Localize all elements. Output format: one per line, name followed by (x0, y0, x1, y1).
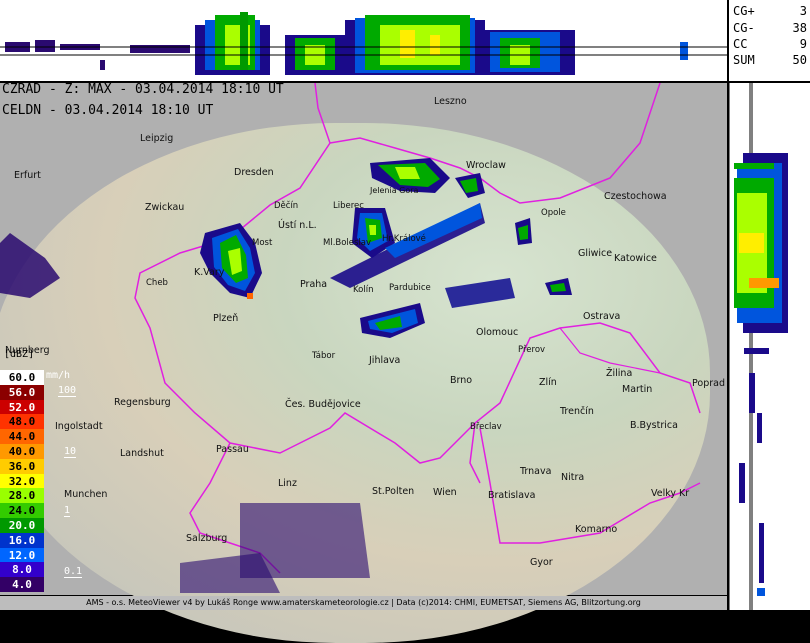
city-label: Most (252, 238, 273, 248)
city-label: St.Polten (372, 486, 415, 497)
legend-rain-rate: 0.1 (64, 566, 83, 579)
city-label: Dresden (234, 167, 274, 178)
city-label: Velky Kr (651, 488, 690, 499)
stat-value: 3 (799, 4, 807, 18)
legend-rain-rate: 100 (58, 384, 77, 397)
legend-level: 28.0 (0, 488, 44, 504)
city-label: Brno (450, 375, 473, 386)
city-label: Olomouc (476, 327, 519, 338)
city-label: Jelenia Gora (370, 186, 419, 195)
city-label: Hr.Králové (382, 234, 426, 244)
city-label: Pardubice (389, 283, 431, 293)
city-label: Trenčín (560, 406, 594, 417)
legend-level: 8.0 (0, 562, 44, 578)
legend-unit-label: [dBZ] (4, 349, 35, 360)
legend-level: 56.0 (0, 384, 44, 400)
city-label: Czestochowa (604, 191, 667, 202)
city-label: Trnava (520, 466, 552, 477)
stat-key: CG+ (733, 4, 755, 18)
city-label: Leszno (434, 96, 467, 107)
legend-rain-unit-label: mm/h (46, 370, 71, 381)
city-label: Tábor (312, 351, 336, 361)
legend-level: 20.0 (0, 518, 44, 533)
city-label: K.Vary (194, 267, 225, 278)
stat-value: 38 (792, 21, 807, 35)
city-label: Děčín (274, 201, 299, 211)
city-label: Regensburg (114, 397, 171, 408)
lightning-product-title: CELDN - 03.04.2014 18:10 UT (2, 103, 214, 118)
radar-product-title: CZRAD - Z: MAX - 03.04.2014 18:10 UT (2, 82, 284, 97)
city-label: Zlín (539, 377, 557, 388)
legend-level: 40.0 (0, 444, 44, 459)
city-label: Komarno (575, 524, 618, 535)
city-label: Wien (433, 487, 457, 498)
city-label: Salzburg (186, 533, 228, 544)
city-label: Břeclav (470, 422, 502, 432)
city-label: Praha (300, 279, 328, 290)
stat-key: CG- (733, 21, 755, 35)
city-label: Nitra (561, 472, 585, 483)
stat-value: 9 (799, 37, 807, 51)
city-label: Kolín (353, 285, 374, 295)
city-label: Bratislava (488, 490, 536, 501)
city-label: Linz (278, 478, 297, 489)
city-label: Poprad (692, 378, 725, 389)
legend-rain-rate: 1 (64, 505, 71, 518)
legend-level: 48.0 (0, 414, 44, 430)
legend-level: 32.0 (0, 473, 44, 489)
city-label: Plzeň (213, 313, 239, 324)
city-label: Munchen (64, 489, 108, 500)
city-label: Čes. Budějovice (285, 399, 361, 410)
city-label: Ml.Boleslav (323, 238, 372, 248)
city-label: Opole (541, 208, 566, 218)
city-label: Erfurt (14, 170, 41, 181)
top-profile-panel (0, 0, 727, 81)
radar-map[interactable]: CZRAD - Z: MAX - 03.04.2014 18:10 UT CEL… (0, 82, 727, 643)
city-label: Ostrava (583, 311, 621, 322)
legend-level: 12.0 (0, 547, 44, 563)
map-overlay-graphic (0, 83, 701, 593)
top-profile-graphic (0, 12, 727, 81)
legend-level: 44.0 (0, 429, 44, 445)
city-label: Jihlava (369, 355, 401, 366)
legend-level: 16.0 (0, 532, 44, 548)
city-label: Liberec (333, 201, 364, 211)
city-label: Ingolstadt (55, 421, 103, 432)
footer-credits: AMS - o.s. MeteoViewer v4 by Lukáš Ronge… (0, 596, 727, 610)
stat-value: 50 (792, 53, 807, 67)
legend-level: 52.0 (0, 399, 44, 415)
legend-level: 36.0 (0, 458, 44, 474)
legend-level: 4.0 (0, 577, 44, 593)
city-label: Žilina (606, 368, 633, 379)
city-label: Katowice (614, 253, 657, 264)
city-label: Gliwice (578, 248, 613, 259)
legend-level: 24.0 (0, 503, 44, 519)
city-label: Přerov (518, 345, 546, 355)
city-label: Zwickau (145, 202, 185, 213)
city-label: Wroclaw (466, 160, 506, 171)
side-profile-panel (728, 83, 810, 610)
city-label: Martin (622, 384, 653, 395)
lightning-stats-panel: CG+ 3 CG- 38 CC 9 SUM 50 (729, 0, 810, 81)
legend-level: 60.0 (0, 370, 44, 385)
city-label: Landshut (120, 448, 164, 459)
legend-rain-rate: 10 (64, 446, 77, 458)
city-label: Ústí n.L. (278, 220, 317, 231)
city-label: B.Bystrica (630, 420, 678, 431)
city-label: Cheb (146, 278, 168, 288)
stat-key: CC (733, 37, 748, 51)
city-label: Gyor (530, 557, 553, 568)
city-label: Leipzig (140, 133, 174, 144)
stat-key: SUM (733, 53, 755, 67)
side-profile-graphic (728, 83, 788, 610)
city-label: Passau (216, 444, 249, 455)
